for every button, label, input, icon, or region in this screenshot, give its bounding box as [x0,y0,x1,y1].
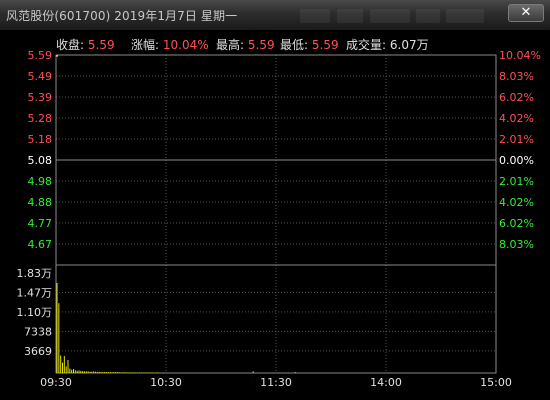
price-tick-label: 4.67 [28,238,53,251]
price-tick-label: 4.88 [28,196,53,209]
time-tick-label: 11:30 [260,376,292,389]
intraday-chart[interactable]: 5.59 10.04% 5.49 8.03% 5.39 6.02% 5.28 4.02% 5.1… [0,0,550,400]
price-tick-label: 4.77 [28,217,53,230]
volume-tick-label: 1.83万 [17,267,53,280]
pct-tick-label: 2.01% [499,133,534,146]
price-tick-label: 5.08 [28,154,53,167]
time-tick-label: 09:30 [40,376,72,389]
price-tick-label: 5.59 [28,49,53,62]
pct-tick-label: 8.03% [499,238,534,251]
price-tick-label: 5.28 [28,112,53,125]
volume-tick-label: 3669 [24,345,52,358]
quote-window: 风范股份(601700) 2019年1月7日 星期一 ✕ 收盘: 5.59 涨幅… [0,0,550,400]
price-tick-label: 4.98 [28,175,53,188]
pct-tick-label: 8.03% [499,70,534,83]
volume-tick-label: 1.10万 [17,306,53,319]
pct-tick-label: 0.00% [499,154,534,167]
price-tick-label: 5.18 [28,133,53,146]
volume-tick-label: 1.47万 [17,286,53,299]
pct-tick-label: 4.02% [499,196,534,209]
pct-tick-label: 6.02% [499,217,534,230]
pct-tick-label: 6.02% [499,91,534,104]
price-tick-label: 5.49 [28,70,53,83]
pct-tick-label: 10.04% [499,49,541,62]
time-tick-label: 14:00 [370,376,402,389]
volume-tick-label: 7338 [24,325,52,338]
time-tick-label: 10:30 [150,376,182,389]
pct-tick-label: 4.02% [499,112,534,125]
pct-tick-label: 2.01% [499,175,534,188]
time-tick-label: 15:00 [480,376,512,389]
price-tick-label: 5.39 [28,91,53,104]
